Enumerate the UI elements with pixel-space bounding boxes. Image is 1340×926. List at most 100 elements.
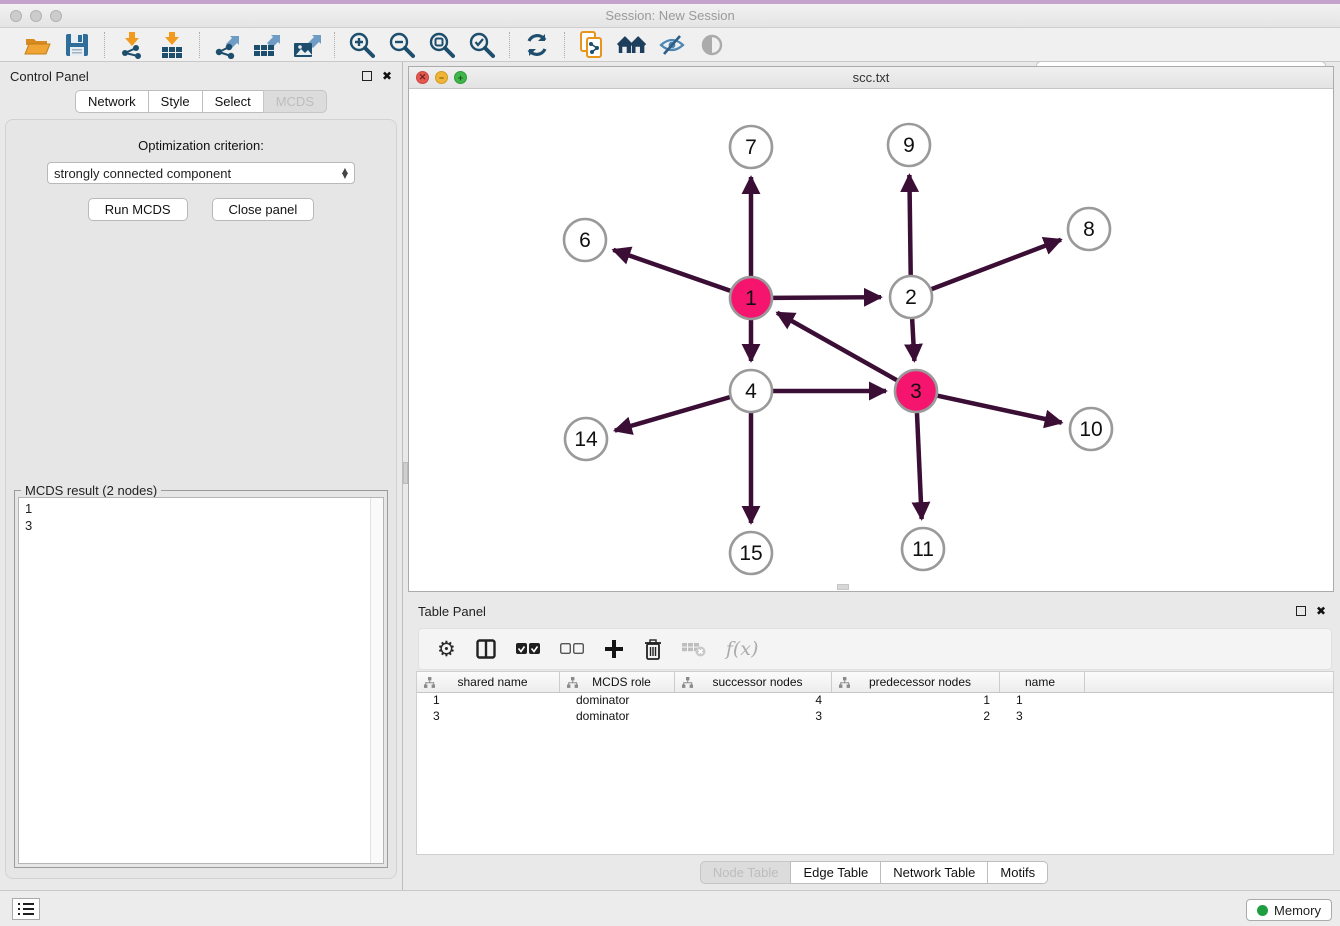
select-stepper-icon: ▲▼ — [342, 168, 348, 178]
cell-successor-nodes[interactable]: 4 — [675, 693, 832, 709]
tab-select[interactable]: Select — [202, 90, 264, 113]
graph-node-1[interactable]: 1 — [730, 277, 772, 319]
column-header-name[interactable]: name — [1000, 672, 1085, 692]
column-header-successor-nodes[interactable]: successor nodes — [675, 672, 832, 692]
export-network-icon[interactable] — [212, 31, 242, 59]
cell-predecessor-nodes[interactable]: 1 — [832, 693, 1000, 709]
network-minimize-icon[interactable]: − — [435, 71, 448, 84]
apply-layout-icon[interactable] — [522, 31, 552, 59]
table-row[interactable]: 1dominator411 — [417, 693, 1333, 709]
export-image-icon[interactable] — [292, 31, 322, 59]
mcds-result-title: MCDS result (2 nodes) — [21, 483, 161, 498]
import-table-icon[interactable] — [157, 31, 187, 59]
cell-MCDS-role[interactable]: dominator — [560, 709, 675, 725]
criterion-select[interactable]: strongly connected component ▲▼ — [47, 162, 355, 184]
save-session-icon[interactable] — [62, 31, 92, 59]
open-session-icon[interactable] — [22, 31, 52, 59]
control-panel: Control Panel ✖ NetworkStyleSelectMCDS O… — [0, 62, 402, 890]
hide-selected-icon[interactable] — [657, 31, 687, 59]
settings-icon[interactable]: ⚙ — [437, 637, 456, 661]
tab-node-table[interactable]: Node Table — [700, 861, 792, 884]
network-maximize-icon[interactable]: + — [454, 71, 467, 84]
node-table-body: 1dominator4113dominator323 — [417, 693, 1333, 725]
close-panel-icon[interactable]: ✖ — [382, 71, 392, 81]
graph-node-11[interactable]: 11 — [902, 528, 944, 570]
add-column-icon[interactable] — [604, 639, 624, 659]
fit-content-icon[interactable] — [427, 31, 457, 59]
edge-2-3[interactable] — [912, 319, 914, 361]
float-table-panel-icon[interactable] — [1296, 606, 1306, 616]
zoom-out-icon[interactable] — [387, 31, 417, 59]
graph-node-8[interactable]: 8 — [1068, 208, 1110, 250]
graph-node-9[interactable]: 9 — [888, 124, 930, 166]
tab-network-table[interactable]: Network Table — [880, 861, 988, 884]
tab-mcds[interactable]: MCDS — [263, 90, 327, 113]
list-icon — [17, 901, 35, 917]
tab-style[interactable]: Style — [148, 90, 203, 113]
mcds-result-list[interactable]: 13 — [18, 497, 384, 864]
cell-name[interactable]: 3 — [1000, 709, 1085, 725]
close-panel-button[interactable]: Close panel — [212, 198, 315, 221]
edge-3-10[interactable] — [937, 396, 1061, 423]
table-row[interactable]: 3dominator323 — [417, 709, 1333, 725]
export-table-icon[interactable] — [252, 31, 282, 59]
cell-MCDS-role[interactable]: dominator — [560, 693, 675, 709]
network-view-window: ✕ − + scc.txt 1 2 3 4 6 7 8 9 10 11 14 15 — [408, 66, 1334, 592]
edge-1-2[interactable] — [773, 297, 881, 298]
edge-2-9[interactable] — [909, 175, 910, 275]
network-close-icon[interactable]: ✕ — [416, 71, 429, 84]
column-namespace-icon — [681, 676, 694, 689]
edge-3-1[interactable] — [777, 313, 897, 380]
import-network-icon[interactable] — [117, 31, 147, 59]
function-builder-icon: f(x) — [726, 638, 759, 660]
graph-node-15[interactable]: 15 — [730, 532, 772, 574]
column-header-predecessor-nodes[interactable]: predecessor nodes — [832, 672, 1000, 692]
graph-node-10[interactable]: 10 — [1070, 408, 1112, 450]
result-line: 3 — [25, 517, 383, 534]
cell-successor-nodes[interactable]: 3 — [675, 709, 832, 725]
cell-shared-name[interactable]: 1 — [417, 693, 560, 709]
result-scrollbar[interactable] — [370, 498, 383, 863]
graph-node-2[interactable]: 2 — [890, 276, 932, 318]
network-canvas[interactable]: 1 2 3 4 6 7 8 9 10 11 14 15 — [409, 89, 1333, 591]
svg-text:4: 4 — [745, 380, 757, 403]
select-all-columns-icon[interactable] — [516, 643, 540, 655]
zoom-in-icon[interactable] — [347, 31, 377, 59]
tab-edge-table[interactable]: Edge Table — [790, 861, 881, 884]
edge-2-8[interactable] — [932, 240, 1061, 289]
run-mcds-button[interactable]: Run MCDS — [88, 198, 188, 221]
cell-predecessor-nodes[interactable]: 2 — [832, 709, 1000, 725]
edge-1-6[interactable] — [613, 250, 730, 291]
zoom-selected-icon[interactable] — [467, 31, 497, 59]
graph-node-14[interactable]: 14 — [565, 418, 607, 460]
float-panel-icon[interactable] — [362, 71, 372, 81]
column-header-MCDS-role[interactable]: MCDS role — [560, 672, 675, 692]
edge-3-11[interactable] — [917, 413, 922, 519]
svg-text:11: 11 — [912, 538, 934, 561]
deselect-all-columns-icon[interactable] — [560, 643, 584, 655]
tab-network[interactable]: Network — [75, 90, 149, 113]
memory-button[interactable]: Memory — [1246, 899, 1332, 921]
table-toolbar: ⚙ f(x) — [418, 628, 1332, 670]
column-namespace-icon — [566, 676, 579, 689]
canvas-scroll-thumb[interactable] — [837, 584, 849, 590]
show-all-icon[interactable] — [697, 31, 727, 59]
tab-motifs[interactable]: Motifs — [987, 861, 1048, 884]
toggle-columns-icon[interactable] — [476, 639, 496, 659]
graph-node-3[interactable]: 3 — [895, 370, 937, 412]
first-neighbors-icon[interactable] — [617, 31, 647, 59]
task-history-button[interactable] — [12, 898, 40, 920]
column-header-shared-name[interactable]: shared name — [417, 672, 560, 692]
edge-4-14[interactable] — [615, 397, 730, 430]
column-namespace-icon — [838, 676, 851, 689]
graph-node-4[interactable]: 4 — [730, 370, 772, 412]
new-network-from-selection-icon[interactable] — [577, 31, 607, 59]
cell-shared-name[interactable]: 3 — [417, 709, 560, 725]
graph-node-6[interactable]: 6 — [564, 219, 606, 261]
cell-name[interactable]: 1 — [1000, 693, 1085, 709]
network-window-titlebar[interactable]: ✕ − + scc.txt — [409, 67, 1333, 89]
close-table-panel-icon[interactable]: ✖ — [1316, 606, 1326, 616]
delete-column-icon[interactable] — [644, 639, 662, 660]
graph-node-7[interactable]: 7 — [730, 126, 772, 168]
svg-text:10: 10 — [1079, 418, 1102, 441]
